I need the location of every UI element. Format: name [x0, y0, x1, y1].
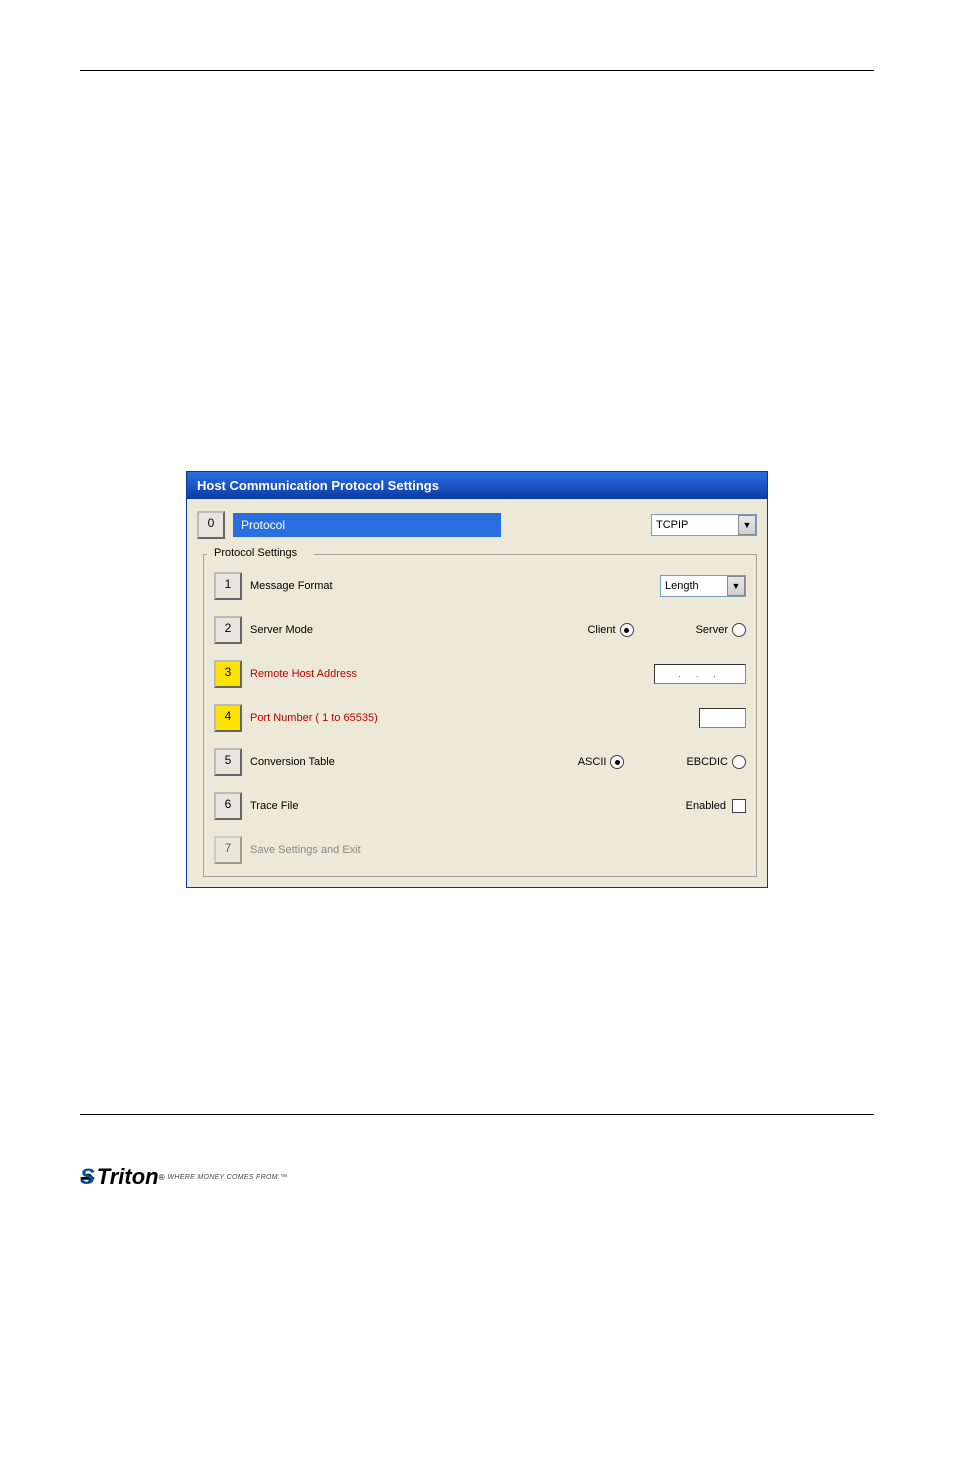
protocol-label-text: Protocol — [241, 518, 285, 532]
message-format-num-button[interactable]: 1 — [214, 572, 242, 600]
window-titlebar: Host Communication Protocol Settings — [187, 472, 767, 499]
ebcdic-radio-group[interactable]: EBCDIC — [686, 755, 746, 769]
protocol-dropdown[interactable]: TCPIP ▼ — [651, 514, 757, 536]
enabled-label: Enabled — [686, 800, 726, 812]
trace-file-row: 6 Trace File Enabled — [210, 784, 750, 828]
protocol-settings-fieldset: Protocol Settings 1 Message Format Lengt… — [203, 554, 757, 877]
protocol-label: Protocol — [233, 513, 501, 537]
conversion-table-row: 5 Conversion Table ASCII EBCDIC — [210, 740, 750, 784]
conversion-table-label: Conversion Table — [250, 756, 578, 768]
client-radio-label: Client — [587, 624, 615, 636]
save-settings-num-button[interactable]: 7 — [214, 836, 242, 864]
remote-host-label: Remote Host Address — [250, 668, 654, 680]
server-radio-label: Server — [696, 624, 728, 636]
ascii-radio-label: ASCII — [578, 756, 607, 768]
server-mode-label: Server Mode — [250, 624, 587, 636]
fieldset-legend: Protocol Settings — [210, 547, 301, 559]
logo-swoosh-icon: S — [80, 1164, 95, 1190]
server-radio-group[interactable]: Server — [696, 623, 746, 637]
protocol-row: 0 Protocol TCPIP ▼ — [187, 499, 767, 549]
protocol-num-button[interactable]: 0 — [197, 511, 225, 539]
ebcdic-radio[interactable] — [732, 755, 746, 769]
port-number-label: Port Number ( 1 to 65535) — [250, 712, 699, 724]
server-mode-num-button[interactable]: 2 — [214, 616, 242, 644]
message-format-label: Message Format — [250, 580, 660, 592]
logo-tagline: WHERE MONEY COMES FROM.™ — [168, 1174, 288, 1181]
trace-file-num-button[interactable]: 6 — [214, 792, 242, 820]
message-format-value: Length — [665, 580, 699, 592]
server-mode-row: 2 Server Mode Client Server — [210, 608, 750, 652]
settings-window: Host Communication Protocol Settings 0 P… — [186, 471, 768, 888]
remote-host-input[interactable]: . . . — [654, 664, 746, 684]
trace-file-label: Trace File — [250, 800, 686, 812]
remote-host-row: 3 Remote Host Address . . . — [210, 652, 750, 696]
port-number-input[interactable] — [699, 708, 746, 728]
remote-host-num-button[interactable]: 3 — [214, 660, 242, 688]
ip-placeholder: . . . — [678, 669, 722, 680]
port-number-row: 4 Port Number ( 1 to 65535) — [210, 696, 750, 740]
chevron-down-icon: ▼ — [738, 515, 756, 535]
bottom-divider — [80, 1114, 874, 1115]
footer-logo: S Triton® WHERE MONEY COMES FROM.™ — [80, 1164, 287, 1190]
chevron-down-icon: ▼ — [727, 576, 745, 596]
message-format-row: 1 Message Format Length ▼ — [210, 564, 750, 608]
server-radio[interactable] — [732, 623, 746, 637]
save-settings-label: Save Settings and Exit — [250, 844, 746, 856]
port-number-num-button[interactable]: 4 — [214, 704, 242, 732]
trace-file-checkbox[interactable] — [732, 799, 746, 813]
message-format-dropdown[interactable]: Length ▼ — [660, 575, 746, 597]
top-divider — [80, 70, 874, 71]
ascii-radio[interactable] — [610, 755, 624, 769]
protocol-dropdown-value: TCPIP — [656, 519, 688, 531]
logo-tm-icon: ® — [159, 1173, 165, 1182]
logo-brand: Triton — [97, 1164, 159, 1190]
ebcdic-radio-label: EBCDIC — [686, 756, 728, 768]
ascii-radio-group[interactable]: ASCII — [578, 755, 625, 769]
conversion-table-num-button[interactable]: 5 — [214, 748, 242, 776]
client-radio[interactable] — [620, 623, 634, 637]
window-title: Host Communication Protocol Settings — [197, 478, 439, 493]
save-settings-row: 7 Save Settings and Exit — [210, 828, 750, 872]
client-radio-group[interactable]: Client — [587, 623, 633, 637]
